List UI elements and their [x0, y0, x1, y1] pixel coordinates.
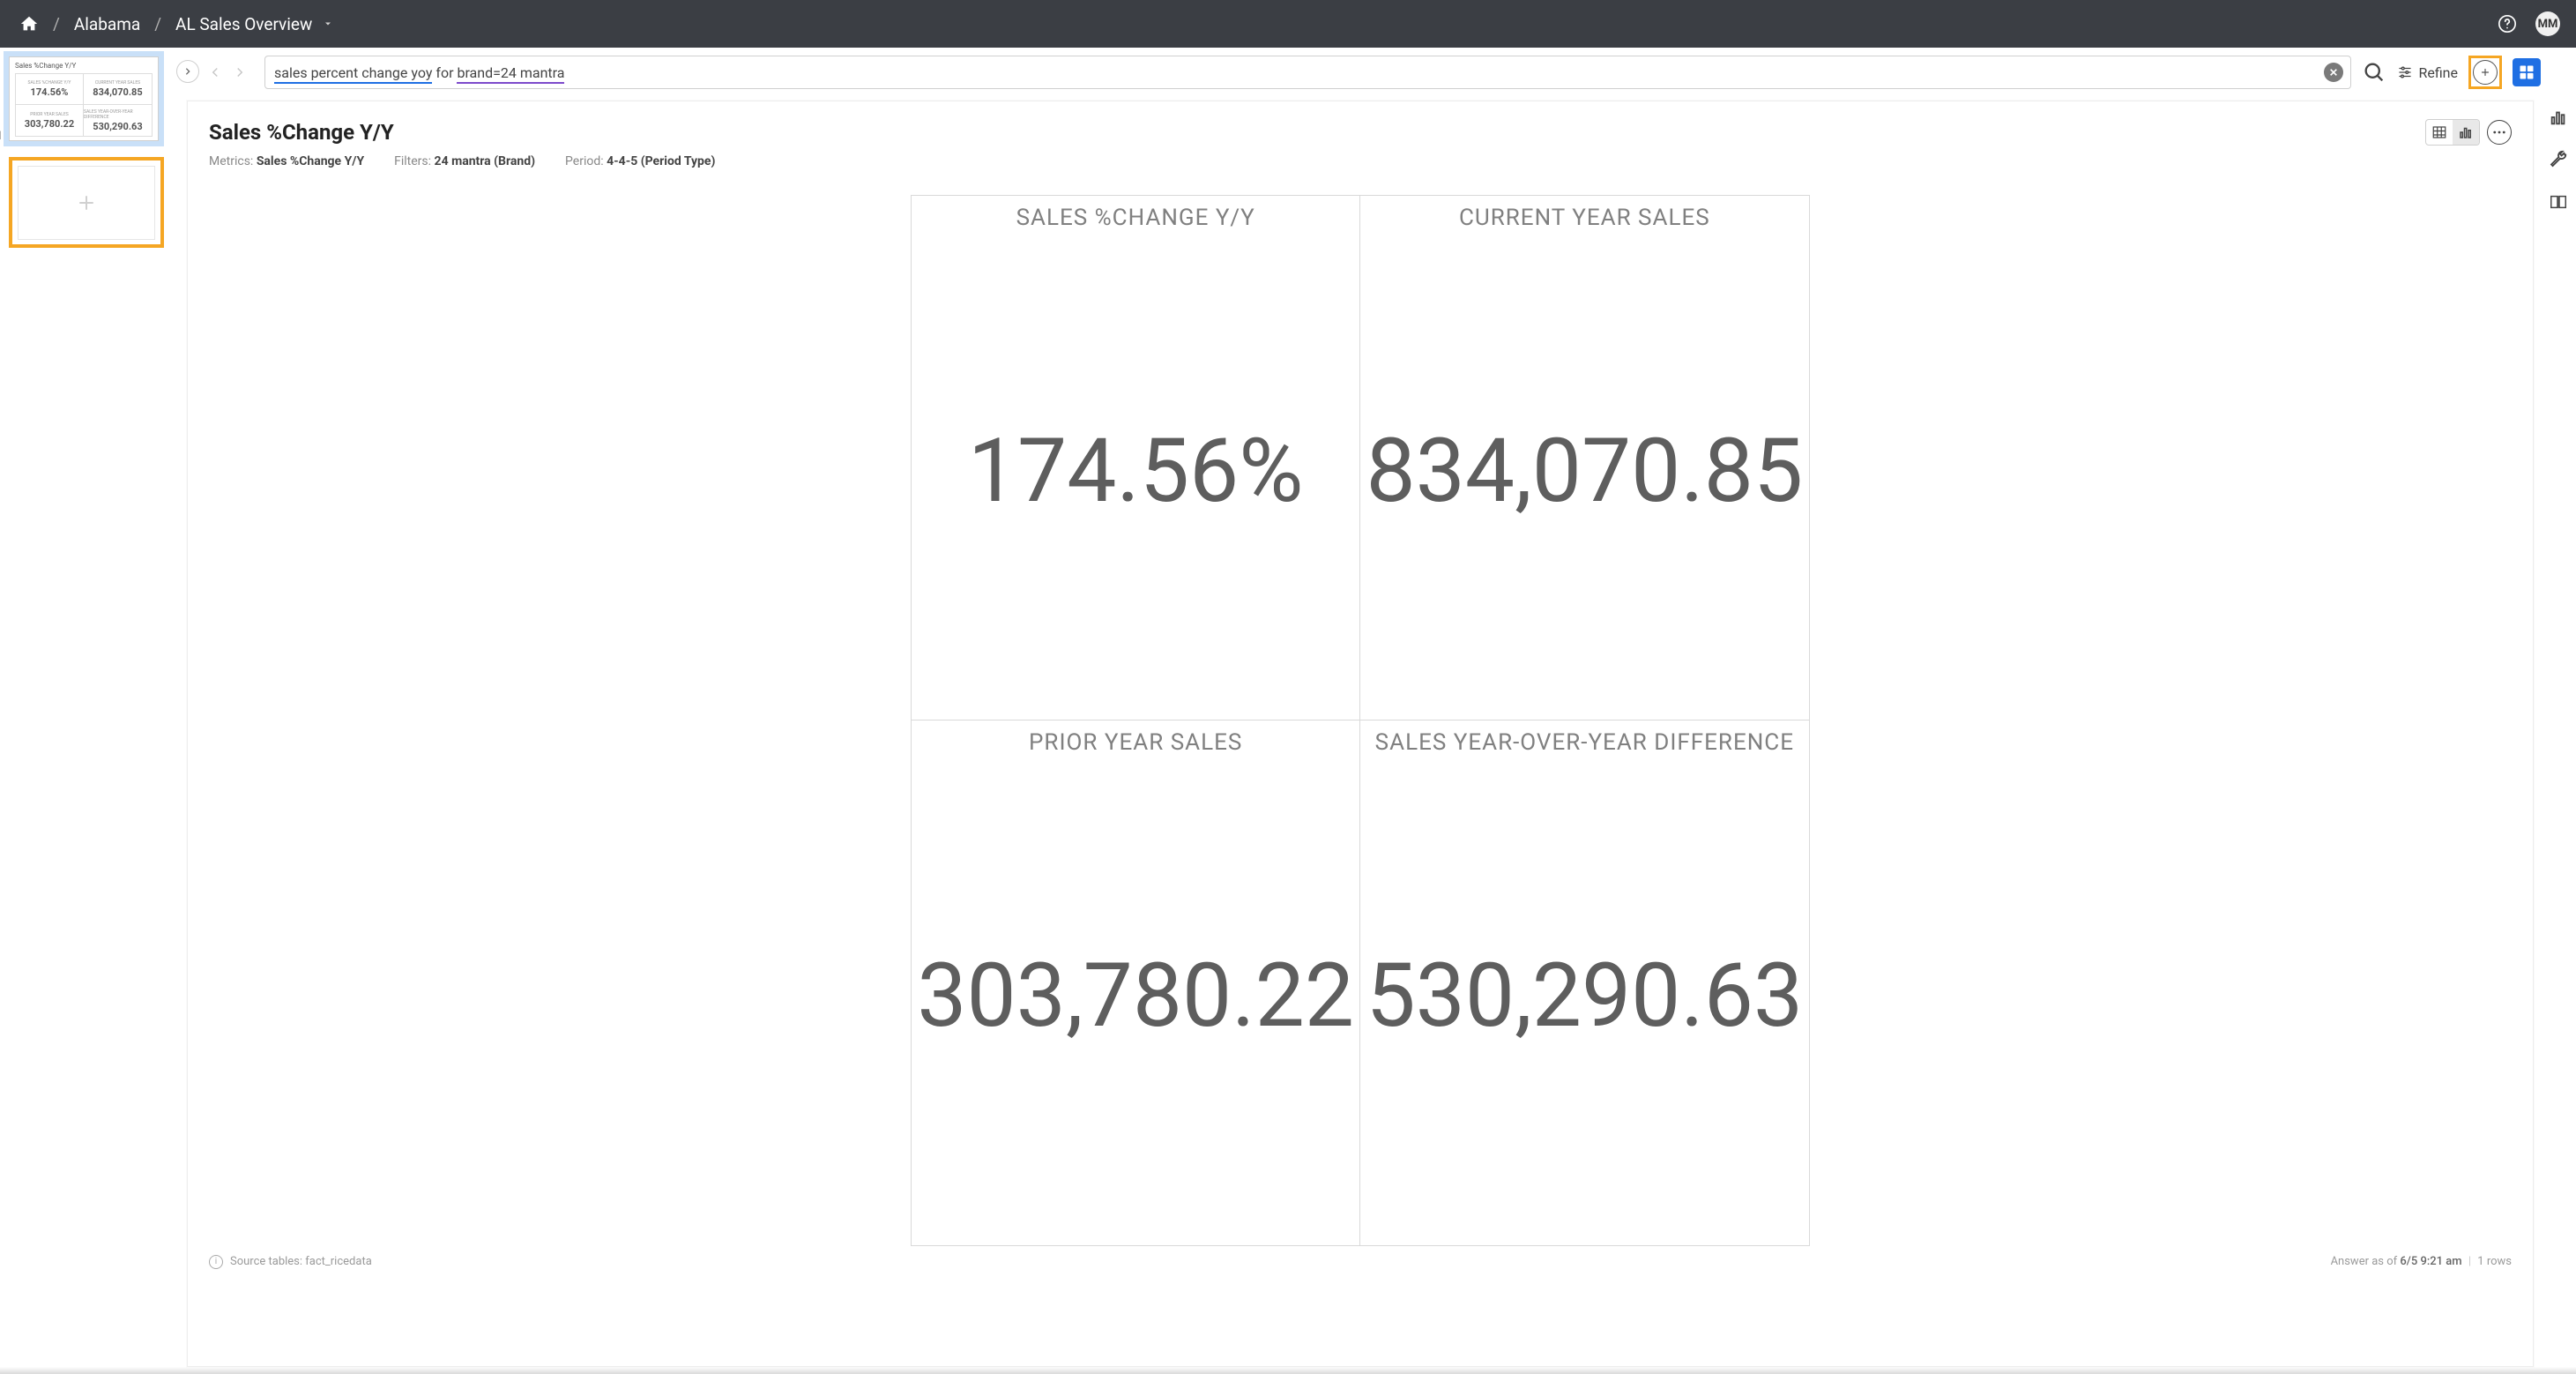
- answer-card: Sales %Change Y/Y: [187, 101, 2534, 1367]
- right-rail: [2541, 48, 2576, 1374]
- home-icon[interactable]: [19, 14, 39, 34]
- metric-cell-sales-pct-change: SALES %CHANGE Y/Y 174.56%: [912, 196, 1360, 721]
- user-avatar[interactable]: MM: [2535, 11, 2560, 36]
- slides-panel: Sales %Change Y/Y SALES %CHANGE Y/Y174.5…: [0, 48, 172, 1374]
- metric-value: 530,290.63: [1366, 756, 1804, 1238]
- footer-right: Answer as of 6/5 9:21 am | 1 rows: [2331, 1255, 2512, 1268]
- thumb-title: Sales %Change Y/Y: [15, 62, 153, 70]
- meta-period: Period: 4-4-5 (Period Type): [565, 154, 715, 168]
- metric-header: CURRENT YEAR SALES: [1459, 205, 1710, 231]
- app-header: / Alabama / AL Sales Overview MM: [0, 0, 2576, 48]
- info-icon[interactable]: i: [209, 1255, 223, 1269]
- book-icon[interactable]: [2549, 192, 2568, 212]
- metric-header: SALES %CHANGE Y/Y: [1016, 205, 1255, 231]
- add-card-highlight: [2468, 56, 2502, 89]
- metric-grid: SALES %CHANGE Y/Y 174.56% CURRENT YEAR S…: [911, 195, 1809, 1246]
- metric-cell-current-year-sales: CURRENT YEAR SALES 834,070.85: [1360, 196, 1809, 721]
- clear-search-icon[interactable]: [2324, 63, 2343, 82]
- search-segment-metric: sales percent change yoy: [274, 64, 432, 84]
- add-slide-button[interactable]: [18, 166, 155, 240]
- breadcrumb-level-1[interactable]: Alabama: [74, 14, 140, 34]
- help-icon[interactable]: [2495, 11, 2520, 36]
- panel-collapse-handle[interactable]: [176, 60, 199, 83]
- breadcrumb-sep: /: [53, 14, 60, 34]
- add-slide-highlight: [9, 157, 164, 248]
- view-table-button[interactable]: [2426, 120, 2453, 145]
- search-segment-filter: brand=24 mantra: [457, 64, 564, 84]
- card-title: Sales %Change Y/Y: [209, 120, 394, 145]
- nav-back-button[interactable]: [205, 62, 226, 83]
- toolbar: sales percent change yoy for brand=24 ma…: [205, 55, 2541, 90]
- view-toggle: [2425, 119, 2480, 146]
- metric-cell-prior-year-sales: PRIOR YEAR SALES 303,780.22: [912, 721, 1360, 1245]
- breadcrumb-sep: /: [154, 14, 161, 34]
- add-card-button[interactable]: [2473, 60, 2498, 85]
- layout-grid-button[interactable]: [2513, 58, 2541, 86]
- nav-forward-button[interactable]: [229, 62, 250, 83]
- slide-number: 1: [0, 130, 3, 143]
- metric-header: PRIOR YEAR SALES: [1029, 729, 1242, 756]
- search-icon[interactable]: [2362, 60, 2386, 85]
- search-segment-for: for: [432, 64, 457, 81]
- meta-filters: Filters: 24 mantra (Brand): [394, 154, 535, 168]
- slide-thumbnail-1[interactable]: Sales %Change Y/Y SALES %CHANGE Y/Y174.5…: [9, 56, 159, 141]
- metric-value: 834,070.85: [1366, 231, 1804, 713]
- metric-value: 174.56%: [917, 231, 1354, 713]
- metric-cell-yoy-difference: SALES YEAR-OVER-YEAR DIFFERENCE 530,290.…: [1360, 721, 1809, 1245]
- refine-label: Refine: [2418, 64, 2458, 81]
- card-more-button[interactable]: [2487, 120, 2512, 145]
- refine-button[interactable]: Refine: [2397, 64, 2458, 81]
- metric-value: 303,780.22: [917, 756, 1354, 1238]
- breadcrumb-level-2[interactable]: AL Sales Overview: [175, 14, 312, 34]
- metric-header: SALES YEAR-OVER-YEAR DIFFERENCE: [1375, 729, 1794, 756]
- search-input[interactable]: sales percent change yoy for brand=24 ma…: [264, 56, 2351, 89]
- footer-source-tables: Source tables: fact_ricedata: [230, 1255, 372, 1268]
- chevron-down-icon[interactable]: [323, 19, 333, 29]
- view-chart-button[interactable]: [2453, 120, 2479, 145]
- wrench-icon[interactable]: [2549, 150, 2568, 169]
- meta-metrics: Metrics: Sales %Change Y/Y: [209, 154, 364, 168]
- bar-chart-icon[interactable]: [2549, 108, 2568, 127]
